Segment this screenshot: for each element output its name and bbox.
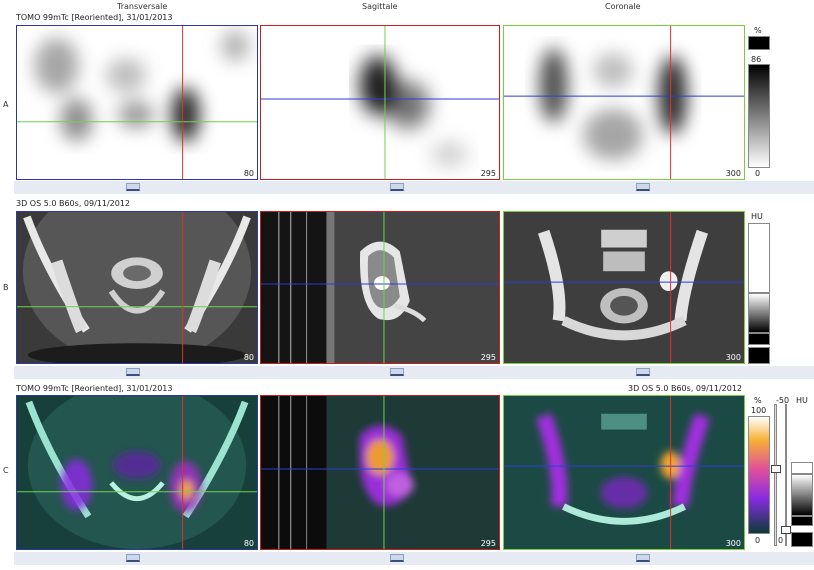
row-b-title: 3D OS 5.0 B60s, 09/11/2012	[16, 199, 131, 208]
viewport-c-coronale[interactable]: 300	[503, 395, 745, 550]
slice-number: 80	[243, 169, 254, 178]
fusion-transversale-image	[17, 396, 257, 549]
scale-c-top: 100	[751, 406, 767, 415]
scale-a-top-block	[748, 36, 770, 50]
nm-coronale-image	[504, 26, 744, 179]
scale-c-nm-colorbar[interactable]	[748, 416, 770, 534]
scale-c-unit: %	[754, 396, 762, 405]
scale-c-ct-bottom: 0	[778, 536, 784, 545]
slice-number: 80	[243, 539, 254, 548]
slider-a-transversale[interactable]	[126, 183, 140, 191]
scale-b-unit: HU	[751, 212, 763, 221]
nm-transversale-image	[17, 26, 257, 179]
column-header-transversale: Transversale	[117, 2, 168, 11]
scale-c-ct-black	[791, 516, 813, 526]
row-a-title: TOMO 99mTc [Reoriented], 31/01/2013	[16, 13, 173, 22]
scale-c-ct-white	[791, 462, 813, 474]
column-header-sagittale: Sagittale	[362, 2, 398, 11]
row-b-slider-strip	[14, 366, 814, 379]
slider-a-coronale[interactable]	[636, 183, 650, 191]
slider-c-transversale[interactable]	[126, 554, 140, 562]
viewport-c-sagittale[interactable]: 295	[260, 395, 500, 550]
scale-b-gradient[interactable]	[748, 293, 770, 333]
fusion-blend-handle[interactable]	[771, 465, 781, 473]
scale-a-unit: %	[754, 26, 762, 35]
row-a-slider-strip	[14, 181, 814, 194]
viewport-a-coronale[interactable]: 300	[503, 25, 745, 180]
scale-a-bottom: 0	[755, 169, 761, 178]
slice-number: 295	[480, 353, 496, 362]
scale-c-ct-bottom-block	[791, 532, 813, 547]
slider-b-coronale[interactable]	[636, 368, 650, 376]
slice-number: 300	[725, 169, 741, 178]
slider-b-transversale[interactable]	[126, 368, 140, 376]
scale-b-white	[748, 223, 770, 293]
row-c-slider-strip	[14, 552, 814, 565]
viewport-b-coronale[interactable]: 300	[503, 211, 745, 364]
row-label-b: B	[3, 283, 9, 292]
viewport-a-transversale[interactable]: 80	[16, 25, 258, 180]
row-label-a: A	[3, 100, 9, 109]
slice-number: 80	[243, 353, 254, 362]
ct-sagittale-image	[261, 212, 499, 363]
row-c-title-right: 3D OS 5.0 B60s, 09/11/2012	[628, 384, 743, 393]
ct-transversale-image	[17, 212, 257, 363]
fusion-sagittale-image	[261, 396, 499, 549]
scale-a-gradient[interactable]	[748, 64, 770, 168]
scale-c-ct-gradient[interactable]	[791, 474, 813, 516]
scale-b-black	[748, 333, 770, 345]
scale-c-ct-value[interactable]: -50	[776, 396, 789, 405]
slider-c-coronale[interactable]	[636, 554, 650, 562]
slice-number: 295	[480, 169, 496, 178]
fusion-blend-track[interactable]	[774, 404, 777, 546]
slider-b-sagittale[interactable]	[390, 368, 404, 376]
viewport-b-sagittale[interactable]: 295	[260, 211, 500, 364]
viewport-a-sagittale[interactable]: 295	[260, 25, 500, 180]
scale-b-bottom-block	[748, 347, 770, 364]
slice-number: 300	[725, 353, 741, 362]
scale-c-bottom: 0	[755, 536, 761, 545]
scale-c-ct-handle[interactable]	[781, 526, 791, 534]
scale-c-ct-unit: HU	[796, 396, 808, 405]
fusion-coronale-image	[504, 396, 744, 549]
slider-a-sagittale[interactable]	[390, 183, 404, 191]
row-c-title-left: TOMO 99mTc [Reoriented], 31/01/2013	[16, 384, 173, 393]
row-label-c: C	[3, 466, 9, 475]
viewport-c-transversale[interactable]: 80	[16, 395, 258, 550]
ct-coronale-image	[504, 212, 744, 363]
slider-c-sagittale[interactable]	[390, 554, 404, 562]
slice-number: 300	[725, 539, 741, 548]
column-header-coronale: Coronale	[605, 2, 641, 11]
slice-number: 295	[480, 539, 496, 548]
nm-sagittale-image	[261, 26, 499, 179]
viewport-b-transversale[interactable]: 80	[16, 211, 258, 364]
scale-a-level[interactable]: 86	[751, 55, 761, 64]
scale-c-ct-track[interactable]	[785, 404, 787, 546]
